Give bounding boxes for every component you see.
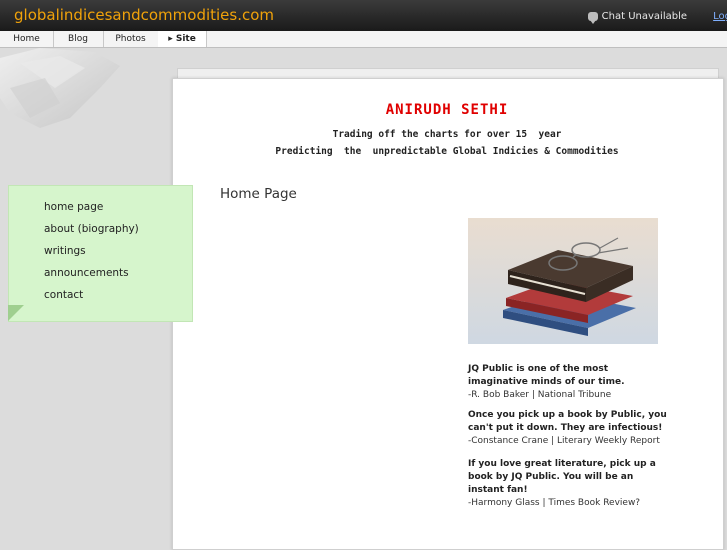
tab-home[interactable]: Home	[0, 31, 54, 47]
chat-status-label: Chat Unavailable	[601, 11, 687, 22]
crumpled-paper-decoration	[0, 48, 120, 128]
top-bar: globalindicesandcommodities.com Chat Una…	[0, 0, 727, 31]
sidebar-page-curl	[8, 305, 24, 321]
tab-site[interactable]: ▸ Site	[158, 31, 207, 47]
sidebar-item-contact[interactable]: contact	[44, 289, 83, 301]
books-glasses-image	[468, 218, 658, 344]
quote-3: If you love great literature, pick up a …	[468, 458, 668, 510]
site-url-link[interactable]: globalindicesandcommodities.com	[14, 6, 274, 24]
quote-source: -Constance Crane | Literary Weekly Repor…	[468, 436, 660, 446]
tagline-primary: Trading off the charts for over 15 year	[332, 129, 562, 140]
quote-source: -R. Bob Baker | National Tribune	[468, 390, 612, 400]
sidebar-item-announcements[interactable]: announcements	[44, 267, 129, 279]
quote-text: If you love great literature, pick up a …	[468, 459, 656, 495]
quote-text: JQ Public is one of the most imaginative…	[468, 364, 625, 387]
tab-photos[interactable]: Photos	[103, 31, 159, 47]
sidebar-item-about[interactable]: about (biography)	[44, 223, 139, 235]
tab-blog[interactable]: Blog	[53, 31, 104, 47]
login-link[interactable]: Log	[713, 11, 727, 22]
chat-status[interactable]: Chat Unavailable	[587, 11, 687, 24]
sidebar-item-home-page[interactable]: home page	[44, 201, 103, 213]
quote-text: Once you pick up a book by Public, you c…	[468, 410, 667, 433]
quote-2: Once you pick up a book by Public, you c…	[468, 409, 668, 448]
quote-1: JQ Public is one of the most imaginative…	[468, 363, 668, 402]
sidebar-item-writings[interactable]: writings	[44, 245, 86, 257]
quote-source: -Harmony Glass | Times Book Review?	[468, 498, 641, 508]
tab-bar: Home Blog Photos ▸ Site	[0, 31, 727, 48]
chat-bubble-icon	[587, 12, 598, 24]
site-title: ANIRUDH SETHI	[385, 102, 509, 118]
page-heading: Home Page	[220, 186, 297, 202]
tagline-secondary: Predicting the unpredictable Global Indi…	[275, 146, 619, 157]
